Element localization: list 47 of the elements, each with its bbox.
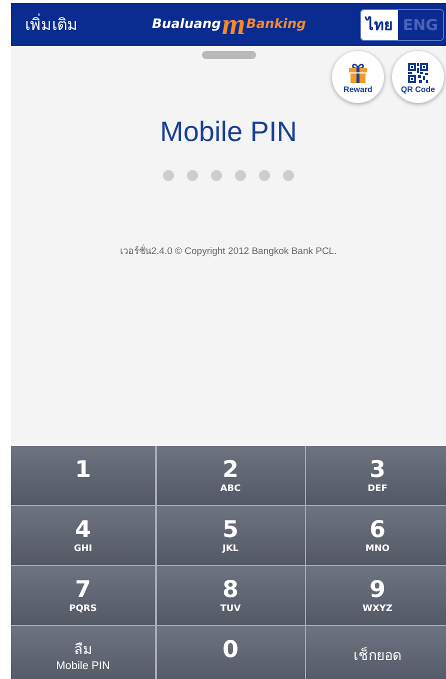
- key-digit: 7: [74, 578, 91, 602]
- key-digit: 6: [369, 518, 386, 542]
- key-digit: 3: [369, 458, 386, 482]
- page-title: Mobile PIN: [160, 116, 297, 148]
- keypad-key[interactable]: ลืม Mobile PIN: [11, 626, 155, 679]
- keypad-key[interactable]: 9 WXYZ: [306, 566, 446, 624]
- key-label: เช็กยอด: [354, 646, 402, 666]
- key-letters: MNO: [365, 544, 390, 554]
- key-letters: GHI: [74, 544, 92, 554]
- shortcut-button[interactable]: Reward: [332, 51, 384, 103]
- keypad-key[interactable]: 5 JKL: [156, 506, 304, 564]
- keypad-key[interactable]: 1: [11, 446, 155, 504]
- keypad-key[interactable]: 7 PQRS: [11, 566, 155, 624]
- key-letters: JKL: [222, 544, 239, 554]
- key-letters: WXYZ: [362, 604, 392, 614]
- key-digit: 1: [74, 458, 91, 482]
- keypad-key[interactable]: 3 DEF: [306, 446, 446, 504]
- key-letters: TUV: [220, 604, 241, 614]
- shortcut-button[interactable]: QR Code: [392, 51, 444, 103]
- version-text: เวอร์ชั่น2.4.0 © Copyright 2012 Bangkok Bank PCL.: [120, 243, 337, 258]
- keypad-key[interactable]: 0: [156, 626, 304, 679]
- shortcut-label: QR Code: [400, 84, 436, 94]
- key-label: ลืม: [74, 641, 92, 660]
- key-letters: ABC: [220, 484, 241, 494]
- logo-text: Banking: [246, 17, 306, 32]
- key-letters: PQRS: [69, 604, 97, 614]
- key-digit: 4: [74, 518, 91, 542]
- key-digit: 8: [222, 578, 238, 602]
- shortcut-label: Reward: [344, 84, 372, 94]
- keypad-key[interactable]: 2 ABC: [156, 446, 304, 504]
- key-digit: 5: [222, 518, 238, 542]
- menu-button[interactable]: เพิ่มเติม: [25, 10, 78, 39]
- logo-text: Bualuang: [152, 17, 221, 32]
- keypad-key[interactable]: 8 TUV: [156, 566, 304, 624]
- keypad-key[interactable]: 4 GHI: [11, 506, 155, 564]
- keypad-key[interactable]: 6 MNO: [306, 506, 446, 564]
- qr-code-icon: [406, 60, 430, 84]
- keypad-key[interactable]: เช็กยอด: [306, 626, 446, 679]
- logo-mark: m: [222, 10, 246, 40]
- language-option[interactable]: ไทย: [360, 10, 398, 40]
- key-sublabel: Mobile PIN: [56, 660, 110, 672]
- key-digit: 2: [222, 458, 238, 482]
- drag-handle[interactable]: [202, 51, 256, 59]
- gift-icon: [346, 60, 370, 84]
- key-digit: 9: [369, 578, 386, 602]
- key-letters: DEF: [368, 484, 388, 494]
- key-digit: 0: [222, 638, 238, 662]
